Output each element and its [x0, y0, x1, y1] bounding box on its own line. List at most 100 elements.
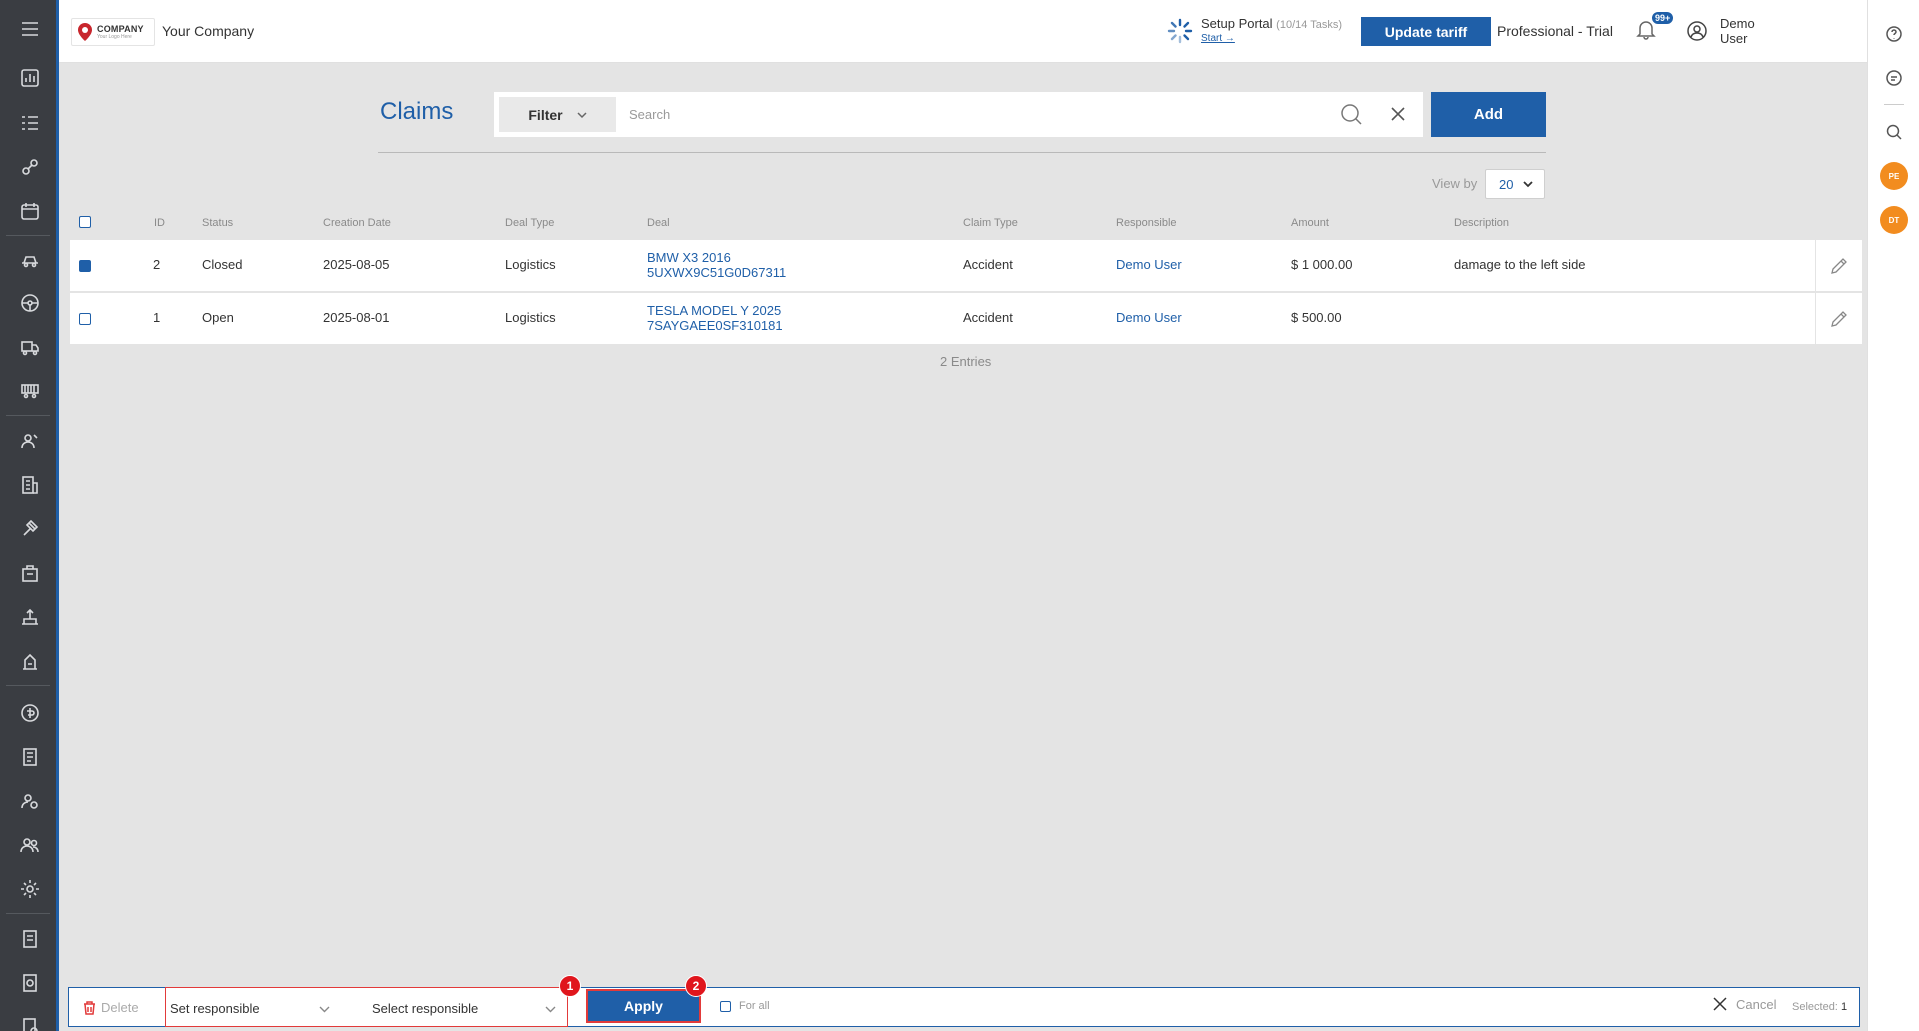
deal-vin: 7SAYGAEE0SF310181: [647, 318, 783, 333]
view-by-label: View by: [1432, 176, 1478, 191]
warehouse-icon[interactable]: [0, 551, 59, 594]
column-header-id[interactable]: ID: [154, 217, 165, 229]
select-all-checkbox[interactable]: [79, 216, 91, 228]
search-input[interactable]: [629, 102, 1309, 127]
top-bar: COMPANY Your Logo Here Your Company Setu…: [59, 0, 1867, 63]
cell-deal-type: Logistics: [505, 257, 556, 272]
reports-icon[interactable]: [0, 917, 59, 960]
cell-responsible-link[interactable]: Demo User: [1116, 310, 1182, 325]
steering-wheel-icon[interactable]: [0, 281, 59, 324]
header-divider: [378, 152, 1546, 153]
claims-icon[interactable]: [0, 1005, 59, 1031]
bulk-action-value: Set responsible: [170, 1000, 260, 1016]
building-icon[interactable]: [0, 463, 59, 506]
help-icon[interactable]: [1881, 21, 1907, 47]
integrations-icon[interactable]: [0, 145, 59, 188]
bulk-action-bar: Delete Set responsible Select responsibl…: [68, 975, 1860, 1027]
logo-title: COMPANY: [97, 23, 144, 34]
setup-start-link[interactable]: Start →: [1201, 33, 1235, 44]
sidebar-divider: [6, 913, 50, 914]
left-sidebar: [0, 0, 59, 1031]
table-header: ID Status Creation Date Deal Type Deal C…: [70, 213, 1862, 233]
filter-button[interactable]: Filter: [499, 97, 616, 132]
sidebar-divider: [6, 415, 50, 416]
selected-value: 1: [1840, 1001, 1848, 1013]
dashboard-icon[interactable]: [0, 56, 59, 99]
chat-icon[interactable]: [1881, 65, 1907, 91]
user-avatar-dt[interactable]: DT: [1880, 206, 1908, 234]
cell-deal-link[interactable]: BMW X3 2016 5UXWX9C51G0D67311: [647, 250, 786, 280]
for-all-label: For all: [739, 1000, 770, 1012]
setup-portal-tasks: (10/14 Tasks): [1276, 19, 1342, 31]
cell-claim-type: Accident: [963, 310, 1013, 325]
sidebar-active-indicator: [56, 0, 59, 1031]
edit-button[interactable]: [1815, 240, 1862, 291]
user-name[interactable]: Demo User: [1720, 16, 1780, 46]
notifications-button[interactable]: 99+: [1635, 11, 1675, 44]
cell-claim-type: Accident: [963, 257, 1013, 272]
user-avatar-icon[interactable]: [1686, 20, 1710, 44]
deal-name: BMW X3 2016: [647, 250, 731, 265]
responsible-select[interactable]: Select responsible: [372, 996, 566, 1020]
apply-button[interactable]: Apply: [586, 989, 701, 1023]
setup-portal-title: Setup Portal: [1201, 16, 1273, 31]
documents-icon[interactable]: [0, 961, 59, 1004]
column-header-deal-type[interactable]: Deal Type: [505, 217, 554, 229]
loading-icon[interactable]: [0, 595, 59, 638]
cell-creation-date: 2025-08-01: [323, 310, 390, 325]
for-all-checkbox[interactable]: [720, 1000, 731, 1012]
rail-divider: [1884, 104, 1904, 105]
tasks-icon[interactable]: [0, 101, 59, 144]
column-header-claim-type[interactable]: Claim Type: [963, 217, 1018, 229]
auction-icon[interactable]: [0, 507, 59, 550]
column-header-description[interactable]: Description: [1454, 217, 1509, 229]
table-row[interactable]: 2 Closed 2025-08-05 Logistics BMW X3 201…: [70, 240, 1862, 291]
port-icon[interactable]: [0, 639, 59, 682]
cell-responsible-link[interactable]: Demo User: [1116, 257, 1182, 272]
search-icon[interactable]: [1340, 103, 1364, 127]
finance-icon[interactable]: [0, 691, 59, 734]
for-all-option[interactable]: For all: [720, 1000, 770, 1012]
column-header-status[interactable]: Status: [202, 217, 233, 229]
bulk-action-select[interactable]: Set responsible: [170, 996, 340, 1020]
invoice-icon[interactable]: [0, 735, 59, 778]
chevron-down-icon: [545, 1006, 556, 1013]
trailer-icon[interactable]: [0, 369, 59, 412]
cancel-label: Cancel: [1736, 996, 1777, 1012]
edit-button[interactable]: [1815, 293, 1862, 344]
calendar-icon[interactable]: [0, 189, 59, 232]
view-by-select[interactable]: 20: [1485, 169, 1545, 199]
chevron-down-icon: [1523, 181, 1534, 188]
rail-search-icon[interactable]: [1881, 119, 1907, 145]
truck-icon[interactable]: [0, 325, 59, 368]
bulk-action-selects: Set responsible Select responsible: [165, 987, 568, 1027]
row-checkbox[interactable]: [79, 313, 91, 325]
cell-deal-link[interactable]: TESLA MODEL Y 2025 7SAYGAEE0SF310181: [647, 303, 783, 333]
company-logo[interactable]: COMPANY Your Logo Here: [71, 18, 155, 46]
user-last-name: User: [1720, 31, 1748, 46]
column-header-amount[interactable]: Amount: [1291, 217, 1329, 229]
responsible-select-value: Select responsible: [372, 1000, 479, 1016]
step-marker-1: 1: [559, 975, 581, 997]
sidebar-divider: [6, 235, 50, 236]
user-avatar-pe[interactable]: PE: [1880, 162, 1908, 190]
column-header-deal[interactable]: Deal: [647, 217, 670, 229]
close-icon[interactable]: [1389, 105, 1409, 125]
delete-button[interactable]: Delete: [83, 1000, 139, 1015]
add-button[interactable]: Add: [1431, 92, 1546, 137]
settings-icon[interactable]: [0, 867, 59, 910]
car-transport-icon[interactable]: [0, 237, 59, 280]
page-title: Claims: [380, 98, 454, 125]
update-tariff-button[interactable]: Update tariff: [1361, 17, 1491, 46]
column-header-responsible[interactable]: Responsible: [1116, 217, 1177, 229]
hamburger-menu-icon[interactable]: [0, 0, 59, 58]
cancel-button[interactable]: Cancel: [1712, 996, 1776, 1012]
team-icon[interactable]: [0, 823, 59, 866]
table-row[interactable]: 1 Open 2025-08-01 Logistics TESLA MODEL …: [70, 293, 1862, 344]
column-header-creation-date[interactable]: Creation Date: [323, 217, 391, 229]
row-checkbox[interactable]: [79, 260, 91, 272]
user-settings-icon[interactable]: [0, 779, 59, 822]
contacts-icon[interactable]: [0, 419, 59, 462]
setup-portal[interactable]: Setup Portal (10/14 Tasks) Start →: [1167, 16, 1357, 46]
plan-label: Professional - Trial: [1497, 23, 1613, 39]
